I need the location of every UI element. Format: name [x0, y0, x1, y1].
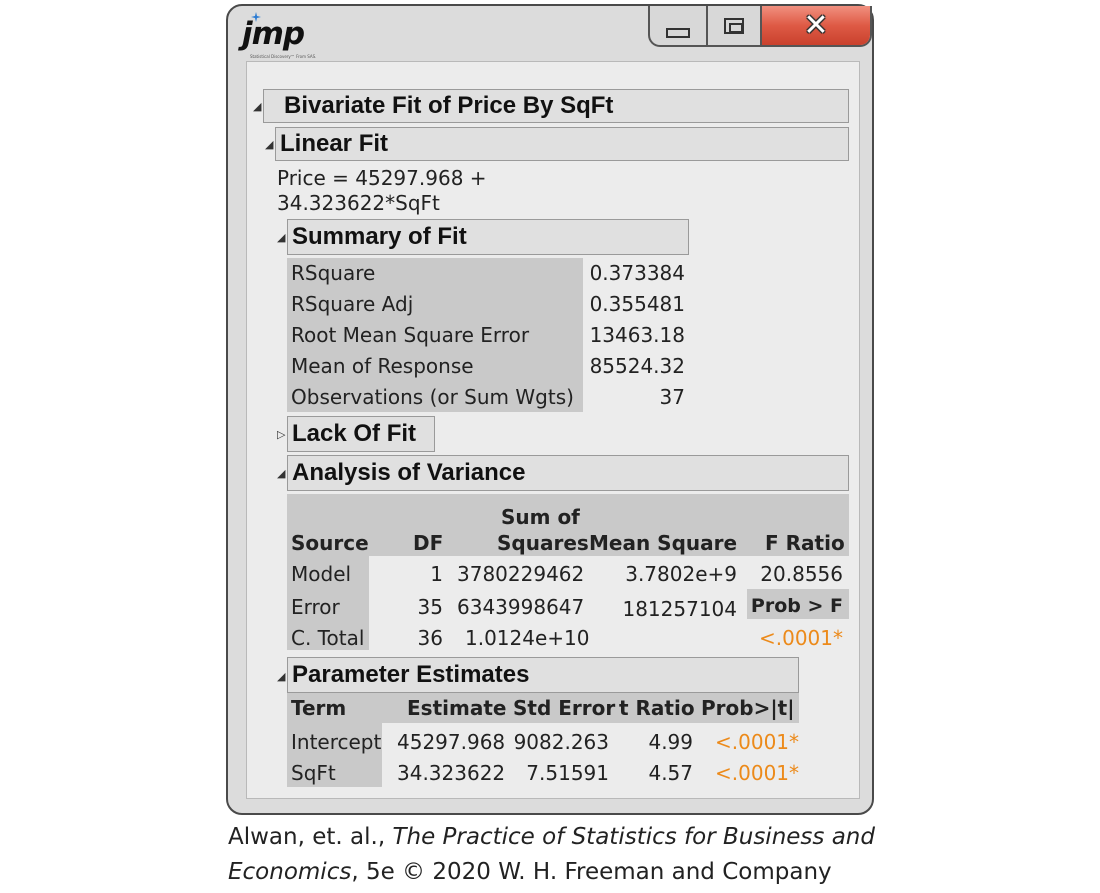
- anova-col-df: DF: [413, 531, 444, 555]
- minimize-button[interactable]: [650, 6, 708, 45]
- lack-of-fit-header[interactable]: Lack Of Fit: [287, 416, 435, 452]
- summary-label: RSquare: [291, 261, 376, 285]
- summary-of-fit-title: Summary of Fit: [292, 223, 467, 250]
- figure-caption: Alwan, et. al., The Practice of Statisti…: [228, 820, 875, 890]
- disclosure-open-icon[interactable]: ◢: [253, 101, 261, 112]
- anova-col-f: F Ratio: [765, 531, 845, 555]
- summary-value: 13463.18: [589, 323, 685, 347]
- disclosure-open-icon[interactable]: ◢: [277, 671, 285, 682]
- pe-term: Intercept: [291, 730, 382, 754]
- summary-label: Root Mean Square Error: [291, 323, 530, 347]
- parameter-estimates-title: Parameter Estimates: [292, 661, 530, 688]
- close-icon: ✕: [803, 7, 829, 43]
- equation-line-1: Price = 45297.968 +: [277, 166, 487, 190]
- maximize-button[interactable]: [708, 6, 762, 45]
- caption-book-title-1: The Practice of Statistics for Business …: [392, 824, 875, 850]
- pe-col-term: Term: [291, 696, 347, 720]
- logo-star-icon: [251, 12, 261, 22]
- pe-prob: <.0001*: [715, 730, 800, 754]
- summary-value: 85524.32: [589, 354, 685, 378]
- summary-value: 0.355481: [589, 292, 685, 316]
- restore-icon: [724, 17, 744, 34]
- caption-line-2: Economics, 5e © 2020 W. H. Freeman and C…: [228, 855, 875, 890]
- anova-col-source: Source: [291, 531, 369, 555]
- anova-df: 1: [430, 562, 443, 586]
- linear-fit-header[interactable]: Linear Fit: [275, 127, 849, 161]
- disclosure-closed-icon[interactable]: ▷: [277, 429, 285, 440]
- anova-header[interactable]: Analysis of Variance: [287, 455, 849, 491]
- linear-fit-title: Linear Fit: [280, 130, 389, 157]
- anova-source: Model: [291, 562, 352, 586]
- pe-prob: <.0001*: [715, 761, 800, 785]
- report-pane: ◢ Bivariate Fit of Price By SqFt ◢ Linea…: [246, 61, 860, 799]
- summary-value: 0.373384: [589, 261, 685, 285]
- anova-ms: 181257104: [622, 597, 737, 621]
- pe-col-t-ratio: t Ratio: [619, 696, 695, 720]
- anova-source: C. Total: [291, 626, 365, 650]
- window-controls: ✕: [648, 6, 872, 47]
- anova-col-ss-line1: Sum of: [501, 505, 580, 529]
- jmp-window: jmp Statistical Discovery™ From SAS. ✕ ◢…: [226, 4, 874, 815]
- pe-std-error: 7.51591: [526, 761, 609, 785]
- anova-df: 35: [417, 595, 443, 619]
- anova-ss: 6343998647: [457, 595, 585, 619]
- pe-std-error: 9082.263: [513, 730, 609, 754]
- close-button[interactable]: ✕: [762, 6, 870, 45]
- disclosure-open-icon[interactable]: ◢: [265, 139, 273, 150]
- caption-publisher: , 5e © 2020 W. H. Freeman and Company: [351, 859, 832, 885]
- prob-f-label: Prob > F: [750, 595, 843, 617]
- disclosure-open-icon[interactable]: ◢: [277, 468, 285, 479]
- anova-col-ss-line2: Squares: [497, 531, 589, 555]
- summary-value: 37: [659, 385, 685, 409]
- pe-col-std-error: Std Error: [513, 696, 616, 720]
- pe-col-prob: Prob>|t|: [701, 696, 795, 720]
- equation-line-2: 34.323622*SqFt: [277, 191, 440, 215]
- prob-f-value: <.0001*: [758, 626, 843, 650]
- caption-line-1: Alwan, et. al., The Practice of Statisti…: [228, 820, 875, 855]
- summary-of-fit-header[interactable]: Summary of Fit: [287, 219, 689, 255]
- summary-label: Observations (or Sum Wgts): [291, 385, 574, 409]
- minimize-icon: [666, 27, 690, 38]
- pe-col-estimate: Estimate: [407, 696, 507, 720]
- anova-df: 36: [417, 626, 443, 650]
- anova-ms: 3.7802e+9: [625, 562, 737, 586]
- anova-ss: 3780229462: [457, 562, 585, 586]
- pe-t-ratio: 4.57: [648, 761, 693, 785]
- jmp-logo: jmp Statistical Discovery™ From SAS.: [242, 12, 362, 62]
- lack-of-fit-title: Lack Of Fit: [292, 420, 417, 447]
- anova-source: Error: [291, 595, 340, 619]
- disclosure-open-icon[interactable]: ◢: [277, 232, 285, 243]
- pe-t-ratio: 4.99: [648, 730, 693, 754]
- report-title[interactable]: Bivariate Fit of Price By SqFt: [263, 89, 849, 123]
- summary-label: Mean of Response: [291, 354, 474, 378]
- f-ratio-value: 20.8556: [760, 562, 843, 586]
- jmp-logo-tagline: Statistical Discovery™ From SAS.: [250, 54, 317, 59]
- pe-term: SqFt: [291, 761, 336, 785]
- pe-estimate: 45297.968: [397, 730, 506, 754]
- caption-book-title-2: Economics: [228, 859, 352, 885]
- anova-col-ms: Mean Square: [589, 531, 738, 555]
- parameter-estimates-header[interactable]: Parameter Estimates: [287, 657, 799, 693]
- report-title-text: Bivariate Fit of Price By SqFt: [284, 92, 614, 119]
- pe-estimate: 34.323622: [397, 761, 506, 785]
- summary-label: RSquare Adj: [291, 292, 414, 316]
- anova-ss: 1.0124e+10: [465, 626, 590, 650]
- anova-title: Analysis of Variance: [292, 459, 526, 486]
- caption-authors: Alwan, et. al.,: [228, 824, 393, 850]
